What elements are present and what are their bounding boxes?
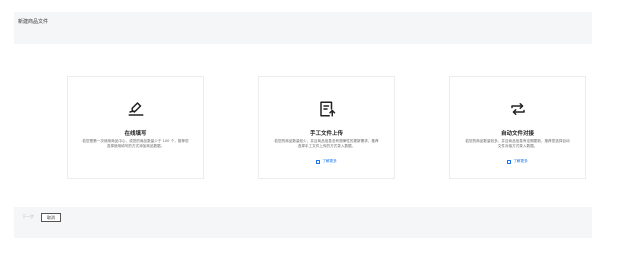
next-step-button[interactable]: 下一步 — [19, 213, 37, 221]
edit-pen-icon — [68, 100, 203, 120]
page-title: 新建商品文件 — [18, 19, 49, 25]
upload-file-icon — [259, 100, 394, 120]
card-description: 若您的商品数量较少，并且商品信息没有规律性的更新需求，推荐选择手工文件上传的方式… — [274, 139, 379, 149]
card-auto-sync[interactable]: 自动文件对接 若您的商品数量较多，并且商品信息有定期更新，推荐您选择自动文件对接… — [449, 76, 586, 179]
footer-actions: 下一步 取消 — [19, 212, 61, 222]
card-title: 手工文件上传 — [309, 131, 343, 137]
page-frame: 新建商品文件 在线填写 若您是第一次使用商品中心，或您的商品数量少于 100 个… — [14, 12, 592, 238]
card-title: 在线填写 — [124, 131, 147, 137]
card-description: 若您是第一次使用商品中心，或您的商品数量少于 100 个，推荐您选择使用填写的方… — [82, 139, 189, 149]
learn-more-label: 了解更多 — [513, 159, 528, 163]
learn-more-link[interactable]: 了解更多 — [450, 159, 585, 164]
external-link-icon — [316, 159, 321, 164]
method-selection-panel: 在线填写 若您是第一次使用商品中心，或您的商品数量少于 100 个，推荐您选择使… — [14, 44, 592, 207]
sync-arrows-icon — [450, 100, 585, 120]
cancel-button[interactable]: 取消 — [41, 212, 61, 222]
card-online-fill[interactable]: 在线填写 若您是第一次使用商品中心，或您的商品数量少于 100 个，推荐您选择使… — [67, 76, 204, 179]
learn-more-link[interactable]: 了解更多 — [259, 159, 394, 164]
card-description: 若您的商品数量较多，并且商品信息有定期更新，推荐您选择自动文件对接方式录入数据。 — [465, 139, 570, 149]
learn-more-label: 了解更多 — [322, 159, 337, 163]
card-title: 自动文件对接 — [500, 131, 534, 137]
external-link-icon — [507, 159, 512, 164]
card-manual-upload[interactable]: 手工文件上传 若您的商品数量较少，并且商品信息没有规律性的更新需求，推荐选择手工… — [258, 76, 395, 179]
